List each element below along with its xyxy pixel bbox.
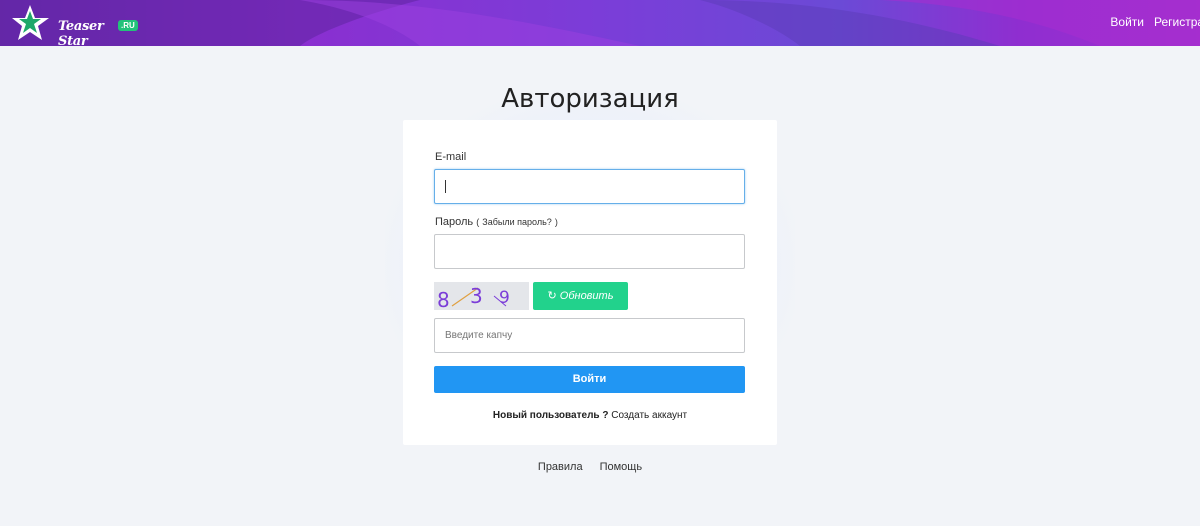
new-user-row: Новый пользователь ? Создать аккаунт (403, 410, 777, 421)
refresh-captcha-button[interactable]: ↻ Обновить (533, 282, 628, 310)
refresh-icon: ↻ (547, 290, 557, 302)
password-field[interactable] (434, 234, 745, 269)
top-nav: Войти Регистрация (1110, 15, 1200, 29)
text-caret (445, 180, 446, 193)
footer-links: Правила Помощь (403, 461, 777, 473)
password-label: Пароль ( Забыли пароль? ) (435, 216, 558, 228)
footer-help-link[interactable]: Помощь (600, 461, 643, 473)
forgot-password-link[interactable]: Забыли пароль? (482, 217, 551, 227)
login-submit-button[interactable]: Войти (434, 366, 745, 393)
header-wave-decoration (0, 0, 1200, 46)
captcha-digit-2: 3 (470, 284, 483, 308)
captcha-digit-1: 8 (437, 288, 450, 310)
password-label-text: Пароль (435, 216, 474, 228)
new-user-text: Новый пользователь ? (492, 410, 609, 421)
captcha-digit-3: 9 (499, 288, 510, 308)
forgot-open-paren: ( (476, 217, 480, 227)
captcha-input[interactable] (434, 318, 745, 353)
nav-register-link[interactable]: Регистрация (1154, 15, 1200, 29)
nav-login-link[interactable]: Войти (1110, 15, 1144, 29)
refresh-label: Обновить (559, 290, 614, 302)
email-field[interactable] (434, 169, 745, 204)
top-header: Teaser Star .RU Войти Регистрация (0, 0, 1200, 46)
captcha-drawing: 8 3 9 (437, 284, 510, 312)
page-title: Авторизация (501, 84, 679, 114)
logo[interactable]: Teaser Star .RU (12, 5, 138, 46)
captcha-image: 8 3 9 (434, 282, 529, 312)
logo-badge: .RU (118, 20, 138, 31)
email-label: E-mail (435, 151, 467, 163)
create-account-link[interactable]: Создать аккаунт (611, 410, 687, 421)
forgot-close-paren: ) (554, 217, 558, 227)
login-card: E-mail Пароль ( Забыли пароль? ) 8 3 9 ↻… (403, 120, 777, 445)
star-logo-icon (12, 5, 49, 40)
footer-rules-link[interactable]: Правила (538, 461, 583, 473)
